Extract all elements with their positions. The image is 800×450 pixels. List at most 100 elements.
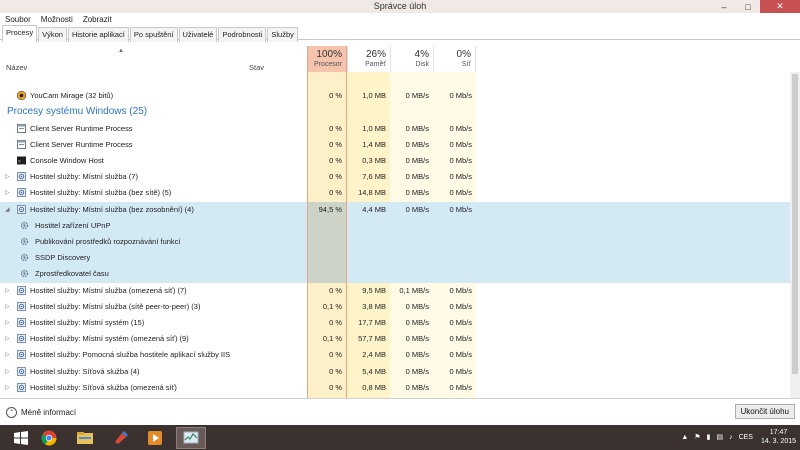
cpu-cell: 0 % xyxy=(307,120,347,137)
table-row[interactable]: Client Server Runtime Process 0 % 1,0 MB 0 … xyxy=(0,120,790,137)
table-row[interactable]: ▷ Hostitel služby: Síťová služba (omezená… xyxy=(0,379,790,396)
disk-cell: 0 MB/s xyxy=(390,185,433,202)
process-name: Hostitel služby: Pomocná služba hostitel… xyxy=(30,350,231,360)
table-row[interactable]: ▷ Hostitel služby: Místní služba (sítě pe… xyxy=(0,298,790,315)
network-label: Síť xyxy=(461,61,471,68)
service-row[interactable]: Publikování prostředků rozpoznávání funk… xyxy=(0,234,790,251)
close-button[interactable]: ✕ xyxy=(760,0,800,13)
console-icon: >_ xyxy=(17,156,26,165)
disk-cell xyxy=(390,234,433,251)
tab-po-spusteni[interactable]: Po spuštění xyxy=(129,27,178,42)
less-info-button[interactable]: ⌃ Méně informací xyxy=(6,407,76,418)
expand-icon[interactable]: ▷ xyxy=(5,351,10,358)
clock-date: 14. 3. 2015 xyxy=(760,438,796,445)
volume-icon[interactable]: ♪ xyxy=(729,434,733,441)
table-row[interactable]: ▷ Hostitel služby: Síťová služba (4) 0 % 5,… xyxy=(0,363,790,380)
expand-icon[interactable]: ▷ xyxy=(5,173,10,180)
column-status[interactable]: Stav xyxy=(249,63,264,72)
cpu-cell: 0 % xyxy=(307,282,347,299)
tab-uzivatele[interactable]: Uživatelé xyxy=(178,27,218,42)
column-memory[interactable]: 26% Paměť xyxy=(347,46,390,72)
language-indicator[interactable]: CES xyxy=(739,434,753,441)
group-header[interactable]: Procesy systému Windows (25) xyxy=(0,104,790,121)
menu-zobrazit[interactable]: Zobrazit xyxy=(78,13,117,26)
network-cell xyxy=(433,250,476,267)
collapse-icon[interactable]: ◢ xyxy=(5,206,10,213)
table-row[interactable]: ▷ Hostitel služby: Místní služba (bez sít… xyxy=(0,185,790,202)
memory-cell: 1,0 MB xyxy=(347,120,390,137)
cpu-cell: 0,1 % xyxy=(307,298,347,315)
disk-cell xyxy=(390,250,433,267)
memory-cell xyxy=(347,217,390,234)
end-task-button[interactable]: Ukončit úlohu xyxy=(734,404,795,419)
column-header: ▲ Název Stav 100% Procesor 26% Paměť 4% … xyxy=(0,46,800,72)
service-icon xyxy=(20,253,29,262)
expand-icon[interactable]: ▷ xyxy=(5,384,10,391)
table-row[interactable]: YouCam Mirage (32 bitů) 0 % 1,0 MB 0 MB/s 0 … xyxy=(0,88,790,105)
tab-vykon[interactable]: Výkon xyxy=(38,27,67,42)
service-row[interactable]: Zprostředkovatel času xyxy=(0,266,790,283)
menu-moznosti[interactable]: Možnosti xyxy=(36,13,78,26)
taskbar-paint[interactable] xyxy=(106,427,136,449)
tray-arrow-icon[interactable]: ▲ xyxy=(681,434,688,441)
battery-icon[interactable]: ▮ xyxy=(707,433,711,441)
memory-cell: 2,4 MB xyxy=(347,347,390,364)
chevron-up-icon: ⌃ xyxy=(6,407,17,418)
start-button[interactable] xyxy=(6,427,36,449)
column-disk[interactable]: 4% Disk xyxy=(390,46,433,72)
expand-icon[interactable]: ▷ xyxy=(5,189,10,196)
disk-cell: 0 MB/s xyxy=(390,201,433,218)
memory-cell: 17,7 MB xyxy=(347,315,390,332)
minimize-icon: – xyxy=(721,1,727,12)
cpu-cell xyxy=(307,104,347,121)
vertical-scrollbar[interactable] xyxy=(790,72,800,398)
disk-cell: 0 MB/s xyxy=(390,153,433,170)
service-host-icon xyxy=(17,350,26,360)
process-name: YouCam Mirage (32 bitů) xyxy=(30,91,114,101)
expand-icon[interactable]: ▷ xyxy=(5,319,10,326)
expand-icon[interactable]: ▷ xyxy=(5,303,10,310)
tab-historie-aplikaci[interactable]: Historie aplikací xyxy=(67,27,129,42)
clock[interactable]: 17:47 14. 3. 2015 xyxy=(761,428,796,446)
footer-bar: ⌃ Méně informací Ukončit úlohu xyxy=(0,398,800,425)
taskbar-chrome[interactable] xyxy=(34,427,64,449)
tab-podrobnosti[interactable]: Podrobnosti xyxy=(218,27,267,42)
table-row xyxy=(0,72,790,89)
table-row[interactable]: >_ Console Window Host 0 % 0,3 MB 0 MB/s 0 Mb… xyxy=(0,153,790,170)
sort-arrow-icon: ▲ xyxy=(118,48,124,54)
column-cpu[interactable]: 100% Procesor xyxy=(307,46,347,72)
disk-cell: 0 MB/s xyxy=(390,331,433,348)
taskbar-explorer[interactable] xyxy=(70,427,100,449)
table-row[interactable]: ▷ Hostitel služby: Místní služba (7) 0 % 7,… xyxy=(0,169,790,186)
process-name: Hostitel služby: Místní služba (bez sítě… xyxy=(30,188,172,198)
expand-icon[interactable]: ▷ xyxy=(5,287,10,294)
cpu-cell xyxy=(307,266,347,283)
taskbar-task-manager[interactable] xyxy=(176,427,206,449)
network-cell: 0 Mb/s xyxy=(433,363,476,380)
table-row[interactable]: ◢ Hostitel služby: Místní služba (bez zos… xyxy=(0,201,790,218)
tab-sluzby[interactable]: Služby xyxy=(267,27,298,42)
paint-tool-icon xyxy=(115,431,128,444)
network-cell: 0 Mb/s xyxy=(433,315,476,332)
service-row[interactable]: SSDP Discovery xyxy=(0,250,790,267)
service-row[interactable]: Hostitel zařízení UPnP xyxy=(0,217,790,234)
minimize-button[interactable]: – xyxy=(712,0,736,13)
table-row[interactable]: Client Server Runtime Process 0 % 1,4 MB 0 … xyxy=(0,136,790,153)
taskbar-media[interactable] xyxy=(140,427,170,449)
flag-icon[interactable]: ⚑ xyxy=(694,433,700,441)
network-icon[interactable]: ▤ xyxy=(716,433,723,441)
service-host-icon xyxy=(17,204,26,214)
expand-icon[interactable]: ▷ xyxy=(5,368,10,375)
maximize-button[interactable]: □ xyxy=(736,0,760,13)
process-list: YouCam Mirage (32 bitů) 0 % 1,0 MB 0 MB/s 0 … xyxy=(0,72,790,398)
column-name[interactable]: Název xyxy=(6,63,27,72)
table-row[interactable]: ▷ Hostitel služby: Místní systém (omezená… xyxy=(0,331,790,348)
scrollbar-thumb[interactable] xyxy=(792,74,798,374)
column-network[interactable]: 0% Síť xyxy=(433,46,476,72)
table-row[interactable]: ▷ Hostitel služby: Místní systém (15) 0 % 1… xyxy=(0,315,790,332)
table-row[interactable]: ▷ Hostitel služby: Pomocná služba hostite… xyxy=(0,347,790,364)
expand-icon[interactable]: ▷ xyxy=(5,335,10,342)
tab-procesy[interactable]: Procesy xyxy=(2,25,38,42)
network-cell: 0 Mb/s xyxy=(433,331,476,348)
table-row[interactable]: ▷ Hostitel služby: Místní služba (omezená… xyxy=(0,282,790,299)
